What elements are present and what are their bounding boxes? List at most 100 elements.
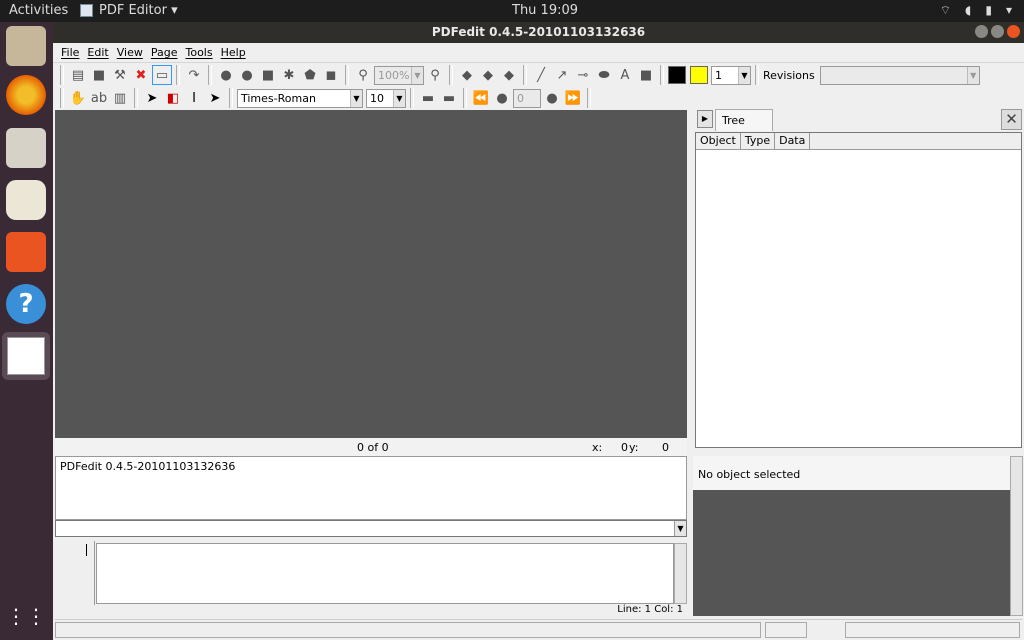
page-icon[interactable]: ◼ xyxy=(321,65,341,85)
x-label: x: xyxy=(592,441,603,454)
tab-scroll-button[interactable]: ▶ xyxy=(697,110,713,128)
menu-edit[interactable]: Edit xyxy=(83,46,112,59)
close-button[interactable] xyxy=(1007,25,1020,38)
link-icon[interactable]: ⊸ xyxy=(573,65,593,85)
pointer-icon[interactable]: ➤ xyxy=(142,88,162,108)
line-width-select[interactable]: 1 ▼ xyxy=(711,65,751,85)
system-tray[interactable]: ⌔ ◖ ▮ ▾ xyxy=(940,3,1012,18)
fill-color-swatch[interactable] xyxy=(690,66,708,84)
separator xyxy=(176,65,180,85)
document-canvas[interactable] xyxy=(55,110,687,438)
toolbar-grip xyxy=(60,88,64,108)
editor-scrollbar[interactable] xyxy=(674,543,687,604)
output-console[interactable]: PDFedit 0.4.5-20101103132636 xyxy=(55,456,687,520)
tool-c-icon[interactable]: ◆ xyxy=(499,65,519,85)
help-icon[interactable]: ? xyxy=(6,284,46,324)
insert-page-icon[interactable]: ▬ xyxy=(418,88,438,108)
last-page-icon[interactable]: ⏩ xyxy=(563,88,583,108)
chevron-down-icon: ▼ xyxy=(674,521,686,536)
rhythmbox-icon[interactable] xyxy=(6,180,46,220)
column-object[interactable]: Object xyxy=(696,133,741,149)
menu-tools[interactable]: Tools xyxy=(181,46,216,59)
object-tree[interactable]: Object Type Data xyxy=(695,132,1022,448)
menu-help[interactable]: Help xyxy=(217,46,250,59)
clock[interactable]: Thu 19:09 xyxy=(512,3,578,18)
app-menu[interactable]: PDF Editor ▾ xyxy=(80,3,178,18)
remove-page-icon[interactable]: ▬ xyxy=(439,88,459,108)
hand-icon[interactable]: ✋ xyxy=(68,88,88,108)
menu-page[interactable]: Page xyxy=(147,46,182,59)
gear-icon[interactable]: ✱ xyxy=(279,65,299,85)
property-scrollbar[interactable] xyxy=(1010,456,1023,616)
separator xyxy=(755,65,759,85)
battery-icon: ▮ xyxy=(985,3,992,17)
select-pointer-icon[interactable]: ➤ xyxy=(205,88,225,108)
backup-icon[interactable] xyxy=(6,26,46,66)
line-icon[interactable]: ╱ xyxy=(531,65,551,85)
zoom-icon[interactable]: ⚲ xyxy=(353,65,373,85)
separator xyxy=(208,65,212,85)
first-page-icon[interactable]: ⏪ xyxy=(471,88,491,108)
maximize-button[interactable] xyxy=(991,25,1004,38)
next-page-icon[interactable]: ● xyxy=(542,88,562,108)
frame-icon[interactable]: ▭ xyxy=(152,65,172,85)
apps-grid-icon[interactable]: ⋮⋮⋮ xyxy=(6,596,66,636)
zoom-select[interactable]: 100% ▼ xyxy=(374,65,424,85)
firefox-icon[interactable] xyxy=(6,75,46,115)
script-text-area[interactable] xyxy=(96,543,674,604)
delete-icon[interactable]: ✖ xyxy=(131,65,151,85)
column-data[interactable]: Data xyxy=(775,133,811,149)
open-icon[interactable]: ▤ xyxy=(68,65,88,85)
page-number-field[interactable]: 0 xyxy=(513,88,541,108)
pdf-editor-dock-icon[interactable] xyxy=(2,332,50,380)
y-label: y: xyxy=(629,441,639,454)
toolbar-row-1: ▤ ■ ⚒ ✖ ▭ ↷ ● ● ■ ✱ ⬟ ◼ ⚲ 100% ▼ ⚲ ◆ ◆ ◆… xyxy=(57,64,980,86)
find-icon[interactable]: ⚲ xyxy=(425,65,445,85)
software-icon[interactable] xyxy=(6,232,46,272)
first-circle-icon[interactable]: ● xyxy=(216,65,236,85)
script-editor: Line: 1 Col: 1 xyxy=(55,541,687,617)
tab-tree[interactable]: Tree xyxy=(715,109,773,131)
text-select-icon[interactable]: ab xyxy=(89,88,109,108)
font-size-select[interactable]: 10 ▼ xyxy=(366,88,406,108)
font-size-value: 10 xyxy=(370,91,384,105)
stroke-color-swatch[interactable] xyxy=(668,66,686,84)
menu-view[interactable]: View xyxy=(113,46,147,59)
ellipse-icon[interactable]: ⬬ xyxy=(594,65,614,85)
font-value: Times-Roman xyxy=(241,91,316,105)
status-segment-main xyxy=(55,622,761,638)
font-select[interactable]: Times-Roman ▼ xyxy=(237,88,363,108)
color-pointer-icon[interactable]: ◧ xyxy=(163,88,183,108)
columns-icon[interactable]: ▥ xyxy=(110,88,130,108)
separator xyxy=(134,88,138,108)
window-title: PDFedit 0.4.5-20101103132636 xyxy=(431,25,646,39)
save-icon[interactable]: ■ xyxy=(89,65,109,85)
prev-page-icon[interactable]: ● xyxy=(492,88,512,108)
arrow-icon[interactable]: ↗ xyxy=(552,65,572,85)
column-type[interactable]: Type xyxy=(741,133,776,149)
status-segment-right xyxy=(845,622,1020,638)
minimize-button[interactable] xyxy=(975,25,988,38)
second-circle-icon[interactable]: ● xyxy=(237,65,257,85)
separator xyxy=(449,65,453,85)
text-icon[interactable]: A xyxy=(615,65,635,85)
redo-icon[interactable]: ↷ xyxy=(184,65,204,85)
square-icon[interactable]: ■ xyxy=(636,65,656,85)
page-count: 0 of 0 xyxy=(357,441,389,454)
command-line-input[interactable]: ▼ xyxy=(55,520,687,537)
menubar: File Edit View Page Tools Help xyxy=(53,43,1024,63)
system-topbar: Activities PDF Editor ▾ Thu 19:09 ⌔ ◖ ▮ … xyxy=(0,0,1024,22)
revisions-select[interactable]: ▼ xyxy=(819,65,980,85)
shape-icon[interactable]: ⬟ xyxy=(300,65,320,85)
text-cursor-icon[interactable]: I xyxy=(184,88,204,108)
close-tab-button[interactable]: ✕ xyxy=(1001,109,1022,130)
menu-file[interactable]: File xyxy=(57,46,83,59)
page-number-value: 0 xyxy=(517,91,524,105)
tools-icon[interactable]: ⚒ xyxy=(110,65,130,85)
window-titlebar[interactable]: PDFedit 0.4.5-20101103132636 xyxy=(53,22,1024,43)
rect-icon[interactable]: ■ xyxy=(258,65,278,85)
tool-b-icon[interactable]: ◆ xyxy=(478,65,498,85)
activities-button[interactable]: Activities xyxy=(9,3,68,18)
tool-a-icon[interactable]: ◆ xyxy=(457,65,477,85)
files-icon[interactable] xyxy=(6,128,46,168)
